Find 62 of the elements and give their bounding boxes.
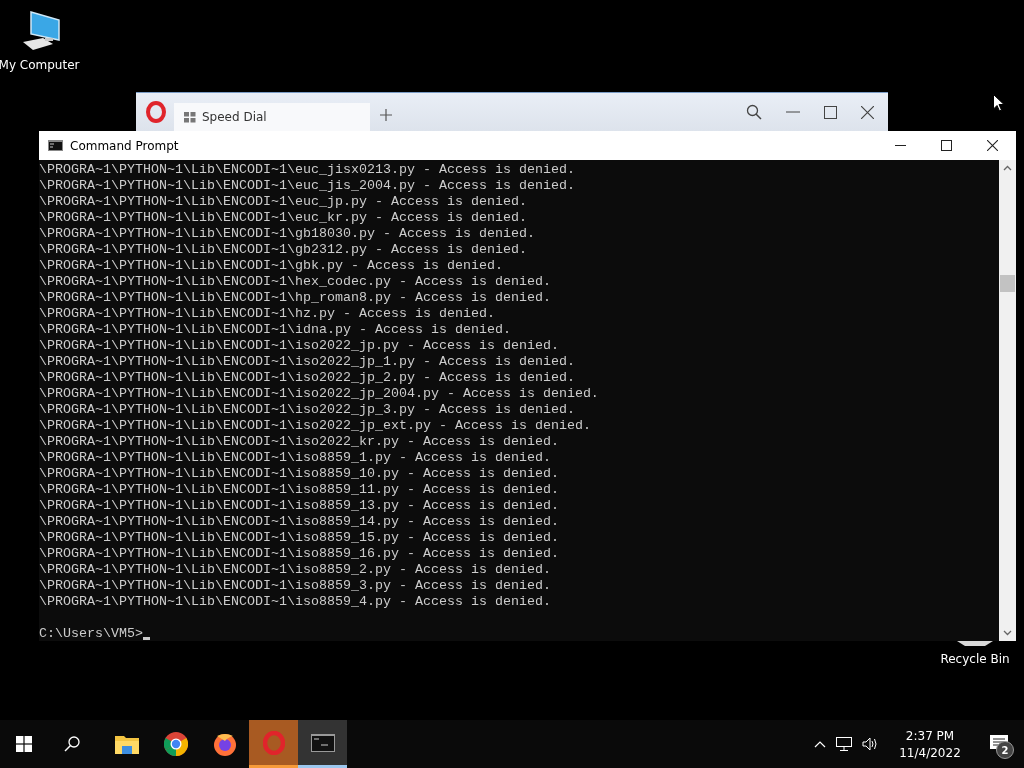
output-line: \PROGRA~1\PYTHON~1\Lib\ENCODI~1\euc_jp.py - Access is denied. [39, 194, 528, 210]
output-line: \PROGRA~1\PYTHON~1\Lib\ENCODI~1\iso8859_13.py - Access is denied. [39, 498, 560, 514]
speaker-icon[interactable] [862, 737, 878, 751]
notification-badge: 2 [996, 741, 1014, 759]
network-icon[interactable] [836, 737, 852, 751]
output-line: \PROGRA~1\PYTHON~1\Lib\ENCODI~1\hex_codec.py - Access is denied. [39, 274, 552, 290]
output-line: \PROGRA~1\PYTHON~1\Lib\ENCODI~1\iso2022_jp_3.py - Access is denied. [39, 402, 576, 418]
close-icon[interactable] [861, 105, 874, 119]
console-icon [310, 733, 335, 752]
output-line: \PROGRA~1\PYTHON~1\Lib\ENCODI~1\iso2022_jp_2004.py - Access is denied. [39, 386, 600, 402]
chrome-icon [163, 732, 188, 756]
scroll-down-icon[interactable] [1003, 630, 1012, 636]
output-line: \PROGRA~1\PYTHON~1\Lib\ENCODI~1\euc_jisx0213.py - Access is denied. [39, 162, 576, 178]
output-line: \PROGRA~1\PYTHON~1\Lib\ENCODI~1\hp_roman8.py - Access is denied. [39, 290, 552, 306]
output-line: \PROGRA~1\PYTHON~1\Lib\ENCODI~1\gb18030.py - Access is denied. [39, 226, 536, 242]
output-line: \PROGRA~1\PYTHON~1\Lib\ENCODI~1\iso8859_2.py - Access is denied. [39, 562, 552, 578]
browser-tab[interactable]: Speed Dial [174, 103, 370, 131]
output-line: \PROGRA~1\PYTHON~1\Lib\ENCODI~1\iso2022_jp_ext.py - Access is denied. [39, 418, 592, 434]
scroll-thumb[interactable] [1000, 275, 1015, 292]
console-icon [48, 140, 63, 151]
new-tab-icon[interactable] [380, 109, 392, 121]
output-line: \PROGRA~1\PYTHON~1\Lib\ENCODI~1\iso8859_10.py - Access is denied. [39, 466, 560, 482]
output-line: \PROGRA~1\PYTHON~1\Lib\ENCODI~1\iso8859_3.py - Access is denied. [39, 578, 552, 594]
folder-icon [114, 734, 139, 754]
scrollbar[interactable] [999, 160, 1016, 641]
output-line: \PROGRA~1\PYTHON~1\Lib\ENCODI~1\iso8859_11.py - Access is denied. [39, 482, 560, 498]
search-icon[interactable] [64, 736, 80, 752]
output-line: \PROGRA~1\PYTHON~1\Lib\ENCODI~1\iso2022_jp_2.py - Access is denied. [39, 370, 576, 386]
opera-icon [262, 730, 285, 755]
text-cursor [143, 637, 150, 640]
output-line: \PROGRA~1\PYTHON~1\Lib\ENCODI~1\iso8859_1.py - Access is denied. [39, 450, 552, 466]
output-line: \PROGRA~1\PYTHON~1\Lib\ENCODI~1\idna.py - Access is denied. [39, 322, 512, 338]
search-icon[interactable] [746, 104, 762, 120]
output-line: \PROGRA~1\PYTHON~1\Lib\ENCODI~1\gb2312.py - Access is denied. [39, 242, 528, 258]
chevron-up-icon[interactable] [814, 740, 826, 748]
icon-label[interactable]: Recycle Bin [940, 652, 1010, 666]
firefox-icon [212, 732, 237, 756]
output-line: \PROGRA~1\PYTHON~1\Lib\ENCODI~1\euc_jis_2004.py - Access is denied. [39, 178, 576, 194]
windows-start-icon[interactable] [16, 736, 32, 752]
output-line: \PROGRA~1\PYTHON~1\Lib\ENCODI~1\iso8859_15.py - Access is denied. [39, 530, 560, 546]
output-line: \PROGRA~1\PYTHON~1\Lib\ENCODI~1\euc_kr.py - Access is denied. [39, 210, 528, 226]
icon-label[interactable]: My Computer [0, 58, 80, 72]
command-prompt: C:\Users\VM5> [39, 626, 143, 642]
taskbar-button[interactable] [298, 720, 347, 768]
output-line: \PROGRA~1\PYTHON~1\Lib\ENCODI~1\iso8859_4.py - Access is denied. [39, 594, 552, 610]
output-line: \PROGRA~1\PYTHON~1\Lib\ENCODI~1\iso2022_kr.py - Access is denied. [39, 434, 560, 450]
close-icon[interactable] [987, 140, 998, 151]
scroll-up-icon[interactable] [1003, 165, 1012, 171]
opera-icon[interactable] [146, 101, 166, 123]
output-line: \PROGRA~1\PYTHON~1\Lib\ENCODI~1\gbk.py - Access is denied. [39, 258, 504, 274]
window-title: Command Prompt [70, 138, 179, 153]
maximize-icon[interactable] [941, 140, 952, 151]
output-line: \PROGRA~1\PYTHON~1\Lib\ENCODI~1\iso2022_jp_1.py - Access is denied. [39, 354, 576, 370]
mouse-pointer-icon [993, 94, 1005, 112]
output-line: \PROGRA~1\PYTHON~1\Lib\ENCODI~1\hz.py - Access is denied. [39, 306, 496, 322]
output-line: \PROGRA~1\PYTHON~1\Lib\ENCODI~1\iso2022_jp.py - Access is denied. [39, 338, 560, 354]
clock-time[interactable]: 2:37 PM [905, 728, 955, 743]
output-line: \PROGRA~1\PYTHON~1\Lib\ENCODI~1\iso8859_14.py - Access is denied. [39, 514, 560, 530]
grid-icon [184, 111, 196, 123]
maximize-icon[interactable] [824, 105, 837, 119]
output-line: \PROGRA~1\PYTHON~1\Lib\ENCODI~1\iso8859_16.py - Access is denied. [39, 546, 560, 562]
clock-date[interactable]: 11/4/2022 [899, 745, 961, 760]
